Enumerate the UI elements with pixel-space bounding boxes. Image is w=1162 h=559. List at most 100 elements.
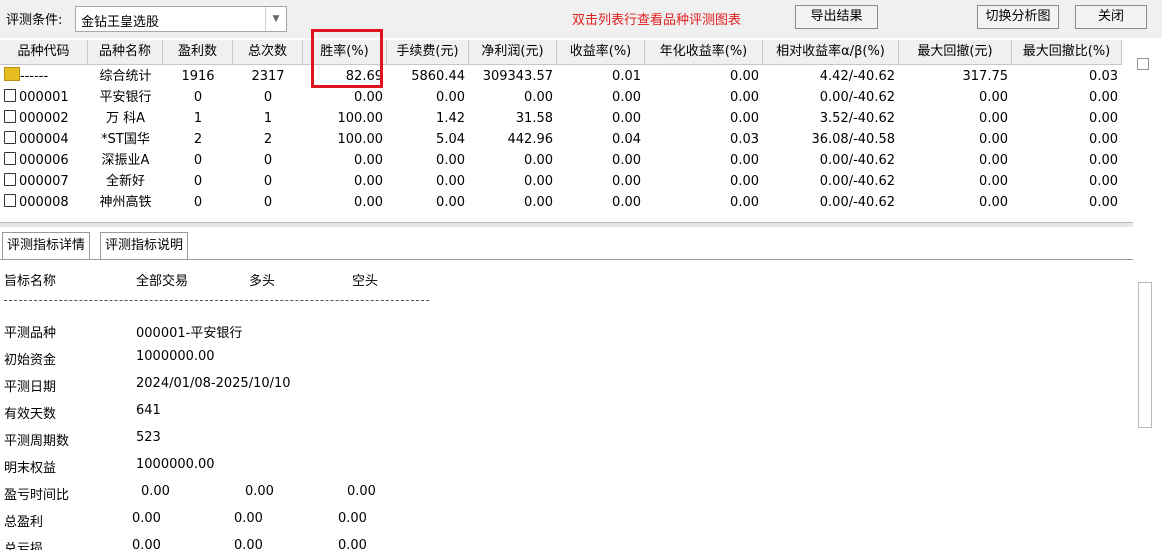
hint-text: 双击列表行查看品种评测图表 xyxy=(572,13,742,28)
cell-maxddr: 0.00 xyxy=(1089,111,1118,126)
column-header[interactable]: 品种代码 xyxy=(0,40,88,64)
column-header[interactable]: 品种名称 xyxy=(88,40,163,64)
cell-code: 000006 xyxy=(19,153,69,168)
table-row[interactable]: 000006 深振业A 0 0 0.00 0.00 0.00 0.00 0.00 0.00/-40… xyxy=(0,150,1122,171)
row-checkbox[interactable] xyxy=(4,89,16,102)
chevron-down-icon[interactable]: ▼ xyxy=(265,7,286,31)
cell-profit: 0 xyxy=(193,90,203,105)
column-header[interactable]: 相对收益率α/β(%) xyxy=(763,40,899,64)
cell-fee: 0.00 xyxy=(436,195,465,210)
column-header[interactable]: 手续费(元) xyxy=(387,40,469,64)
cell-annual: 0.00 xyxy=(730,195,759,210)
table-row[interactable]: 000004 *ST国华 2 2 100.00 5.04 442.96 0.04 0.03 36.… xyxy=(0,129,1122,150)
cell-relative: 0.00/-40.62 xyxy=(819,153,895,168)
detail-value: 523 xyxy=(136,430,161,445)
cell-maxdd: 0.00 xyxy=(979,174,1008,189)
detail-label: 初始资金 xyxy=(4,353,57,368)
detail-value: 1000000.00 xyxy=(136,349,215,364)
cell-fee: 0.00 xyxy=(436,174,465,189)
cell-win: 0.00 xyxy=(354,153,383,168)
cell-total: 0 xyxy=(263,195,273,210)
detail-value: 0.00 xyxy=(132,538,161,550)
column-header[interactable]: 胜率(%) xyxy=(303,40,387,64)
cell-net: 0.00 xyxy=(524,90,553,105)
detail-header-all: 全部交易 xyxy=(136,274,189,289)
table-header: 品种代码 品种名称 盈利数 总次数 胜率(%) 手续费(元) 净利润(元) 收益率(%) 年化收… xyxy=(0,40,1122,65)
cell-name: 全新好 xyxy=(105,174,145,189)
splitter[interactable] xyxy=(0,222,1133,227)
cell-maxddr: 0.00 xyxy=(1089,153,1118,168)
export-button[interactable]: 导出结果 xyxy=(795,5,878,29)
table-row[interactable]: ------ 综合统计 1916 2317 82.69 5860.44 309343.57 0… xyxy=(0,66,1122,87)
cell-maxdd: 0.00 xyxy=(979,132,1008,147)
cell-total: 0 xyxy=(263,174,273,189)
column-header[interactable]: 最大回撤(元) xyxy=(899,40,1012,64)
divider xyxy=(4,300,429,301)
cell-total: 2 xyxy=(263,132,273,147)
detail-scrollbar[interactable] xyxy=(1138,282,1152,428)
cell-win: 0.00 xyxy=(354,174,383,189)
cell-maxdd: 0.00 xyxy=(979,111,1008,126)
cell-fee: 5860.44 xyxy=(411,69,465,84)
condition-label: 评测条件: xyxy=(6,13,63,28)
cell-code: 000002 xyxy=(19,111,69,126)
cell-maxdd: 0.00 xyxy=(979,195,1008,210)
row-checkbox[interactable] xyxy=(4,152,16,165)
cell-ret: 0.00 xyxy=(612,174,641,189)
cell-total: 2317 xyxy=(251,69,285,84)
column-header[interactable]: 总次数 xyxy=(233,40,303,64)
switch-chart-button[interactable]: 切换分析图 xyxy=(977,5,1059,29)
table-scrollbar[interactable] xyxy=(1137,58,1149,70)
summary-icon xyxy=(4,67,20,81)
cell-relative: 0.00/-40.62 xyxy=(819,90,895,105)
cell-maxdd: 317.75 xyxy=(962,69,1009,84)
results-table: 品种代码 品种名称 盈利数 总次数 胜率(%) 手续费(元) 净利润(元) 收益率(%) 年化收… xyxy=(0,40,1133,220)
detail-value: 0.00 xyxy=(245,484,274,499)
column-header[interactable]: 盈利数 xyxy=(163,40,233,64)
row-checkbox[interactable] xyxy=(4,194,16,207)
detail-label: 平测周期数 xyxy=(4,434,70,449)
cell-ret: 0.00 xyxy=(612,111,641,126)
column-header[interactable]: 收益率(%) xyxy=(557,40,645,64)
cell-ret: 0.00 xyxy=(612,90,641,105)
toolbar: 评测条件: 金钻王皇选股 ▼ 双击列表行查看品种评测图表 导出结果 切换分析图 … xyxy=(0,0,1162,38)
detail-value: 0.00 xyxy=(132,511,161,526)
condition-select[interactable]: 金钻王皇选股 ▼ xyxy=(75,6,287,32)
row-checkbox[interactable] xyxy=(4,173,16,186)
detail-value: 000001-平安银行 xyxy=(136,326,243,341)
table-row[interactable]: 000007 全新好 0 0 0.00 0.00 0.00 0.00 0.00 0.00/-40.… xyxy=(0,171,1122,192)
cell-relative: 0.00/-40.62 xyxy=(819,195,895,210)
cell-net: 309343.57 xyxy=(482,69,553,84)
table-row[interactable]: 000002 万 科A 1 1 100.00 1.42 31.58 0.00 0.00 3.52/… xyxy=(0,108,1122,129)
cell-total: 0 xyxy=(263,153,273,168)
detail-label: 平测品种 xyxy=(4,326,57,341)
cell-annual: 0.00 xyxy=(730,153,759,168)
cell-win: 0.00 xyxy=(354,90,383,105)
cell-maxddr: 0.00 xyxy=(1089,90,1118,105)
cell-maxddr: 0.00 xyxy=(1089,132,1118,147)
tab-detail[interactable]: 评测指标详情 xyxy=(2,232,91,259)
cell-win: 0.00 xyxy=(354,195,383,210)
row-checkbox[interactable] xyxy=(4,131,16,144)
close-button[interactable]: 关闭 xyxy=(1075,5,1147,29)
column-header[interactable]: 净利润(元) xyxy=(469,40,557,64)
cell-code: 000008 xyxy=(19,195,69,210)
cell-win: 100.00 xyxy=(337,111,384,126)
detail-value: 1000000.00 xyxy=(136,457,215,472)
cell-name: 深振业A xyxy=(101,153,150,168)
column-header[interactable]: 年化收益率(%) xyxy=(645,40,763,64)
cell-profit: 1 xyxy=(193,111,203,126)
cell-net: 442.96 xyxy=(507,132,554,147)
table-row[interactable]: 000001 平安银行 0 0 0.00 0.00 0.00 0.00 0.00 0.00/-40… xyxy=(0,87,1122,108)
cell-name: *ST国华 xyxy=(101,132,150,147)
column-header[interactable]: 最大回撤比(%) xyxy=(1012,40,1122,64)
cell-net: 0.00 xyxy=(524,153,553,168)
detail-label: 盈亏时间比 xyxy=(4,488,70,503)
cell-win: 100.00 xyxy=(337,132,384,147)
table-row[interactable]: 000008 神州高铁 0 0 0.00 0.00 0.00 0.00 0.00 0.00/-40… xyxy=(0,192,1122,213)
cell-fee: 1.42 xyxy=(436,111,465,126)
tab-explanation[interactable]: 评测指标说明 xyxy=(100,232,189,259)
row-checkbox[interactable] xyxy=(4,110,16,123)
cell-relative: 0.00/-40.62 xyxy=(819,174,895,189)
cell-total: 1 xyxy=(263,111,273,126)
